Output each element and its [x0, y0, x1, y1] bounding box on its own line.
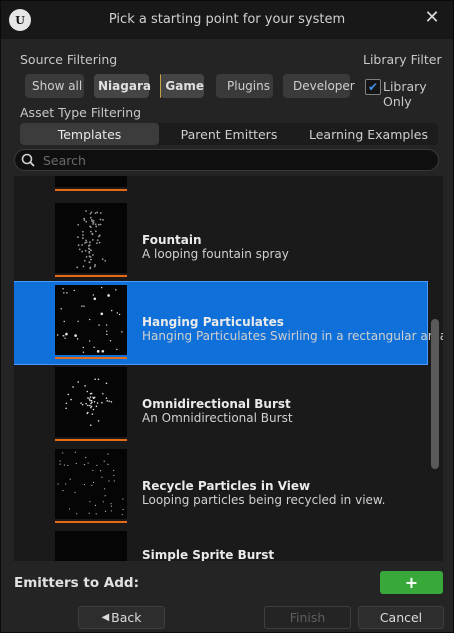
- template-name: Hanging Particulates: [142, 315, 284, 329]
- chip-label: Developer: [293, 79, 355, 93]
- template-thumbnail: [55, 176, 127, 191]
- chip-label: Niagara: [98, 79, 151, 93]
- chip-game[interactable]: Game: [160, 74, 204, 98]
- template-description: A looping fountain spray: [142, 247, 289, 261]
- library-only-label[interactable]: Library Only: [383, 79, 453, 109]
- template-thumbnail: [55, 449, 127, 523]
- dialog-title: Pick a starting point for your system: [108, 12, 346, 27]
- template-thumbnail: [55, 531, 127, 561]
- list-item-simple-sprite-burst[interactable]: Simple Sprite Burst: [14, 528, 427, 561]
- chip-developer[interactable]: Developer: [283, 74, 355, 98]
- list-item-omnidirectional-burst[interactable]: Omnidirectional Burst An Omnidirectional…: [14, 364, 427, 446]
- chip-label: Game: [165, 79, 204, 93]
- omnidirectional-burst-preview: [65, 378, 113, 427]
- finish-button[interactable]: Finish: [264, 606, 351, 629]
- template-thumbnail: [55, 203, 127, 277]
- tab-learning-examples[interactable]: Learning Examples: [299, 123, 438, 145]
- asset-type-label: Asset Type Filtering: [20, 105, 142, 120]
- tab-parent-emitters[interactable]: Parent Emitters: [159, 123, 299, 145]
- back-label: Back: [111, 610, 142, 625]
- back-button[interactable]: ◀ Back: [78, 606, 165, 629]
- chip-plugins[interactable]: Plugins: [216, 74, 273, 98]
- template-name: Fountain: [142, 233, 202, 247]
- list-item-partial[interactable]: [14, 176, 427, 196]
- template-list: Fountain A looping fountain spray Hangin…: [14, 176, 443, 561]
- fountain-preview: [76, 210, 107, 270]
- chip-niagara[interactable]: Niagara: [94, 74, 151, 98]
- hanging-particulates-preview: [56, 286, 123, 353]
- chip-label: Show all: [32, 79, 83, 93]
- template-name: Recycle Particles in View: [142, 479, 311, 493]
- template-thumbnail: [55, 285, 127, 359]
- list-item-fountain[interactable]: Fountain A looping fountain spray: [14, 200, 427, 282]
- search-input[interactable]: Search: [14, 149, 439, 171]
- asset-type-tabs: Templates Parent Emitters Learning Examp…: [20, 123, 438, 145]
- chevron-left-icon: ◀: [101, 612, 110, 623]
- template-description: An Omnidirectional Burst: [142, 411, 293, 425]
- template-name: Simple Sprite Burst: [142, 548, 275, 561]
- search-placeholder: Search: [43, 153, 86, 168]
- template-description: Looping particles being recycled in view…: [142, 493, 386, 507]
- search-icon: [21, 153, 35, 167]
- chip-label: Plugins: [227, 79, 270, 93]
- game-swatch: [160, 74, 162, 98]
- tab-templates[interactable]: Templates: [20, 123, 159, 145]
- list-item-recycle-particles[interactable]: Recycle Particles in View Looping partic…: [14, 446, 427, 528]
- close-icon[interactable]: ✕: [423, 9, 441, 27]
- recycle-particles-preview: [57, 451, 124, 516]
- list-item-hanging-particulates[interactable]: Hanging Particulates Hanging Particulate…: [14, 281, 443, 365]
- list-scrollbar[interactable]: [431, 319, 439, 469]
- title-bar[interactable]: U Pick a starting point for your system …: [1, 1, 453, 39]
- source-filtering-label: Source Filtering: [20, 52, 118, 67]
- library-only-checkbox[interactable]: ✔: [365, 79, 381, 95]
- cancel-button[interactable]: Cancel: [358, 606, 444, 629]
- emitters-to-add-label: Emitters to Add:: [14, 575, 139, 591]
- add-emitter-button[interactable]: +: [380, 571, 443, 594]
- template-name: Omnidirectional Burst: [142, 397, 291, 411]
- dialog-window: U Pick a starting point for your system …: [0, 0, 454, 633]
- template-thumbnail: [55, 367, 127, 441]
- template-description: Hanging Particulates Swirling in a recta…: [142, 329, 443, 343]
- library-filter-label: Library Filter: [363, 52, 442, 67]
- chip-show-all[interactable]: Show all: [25, 74, 84, 98]
